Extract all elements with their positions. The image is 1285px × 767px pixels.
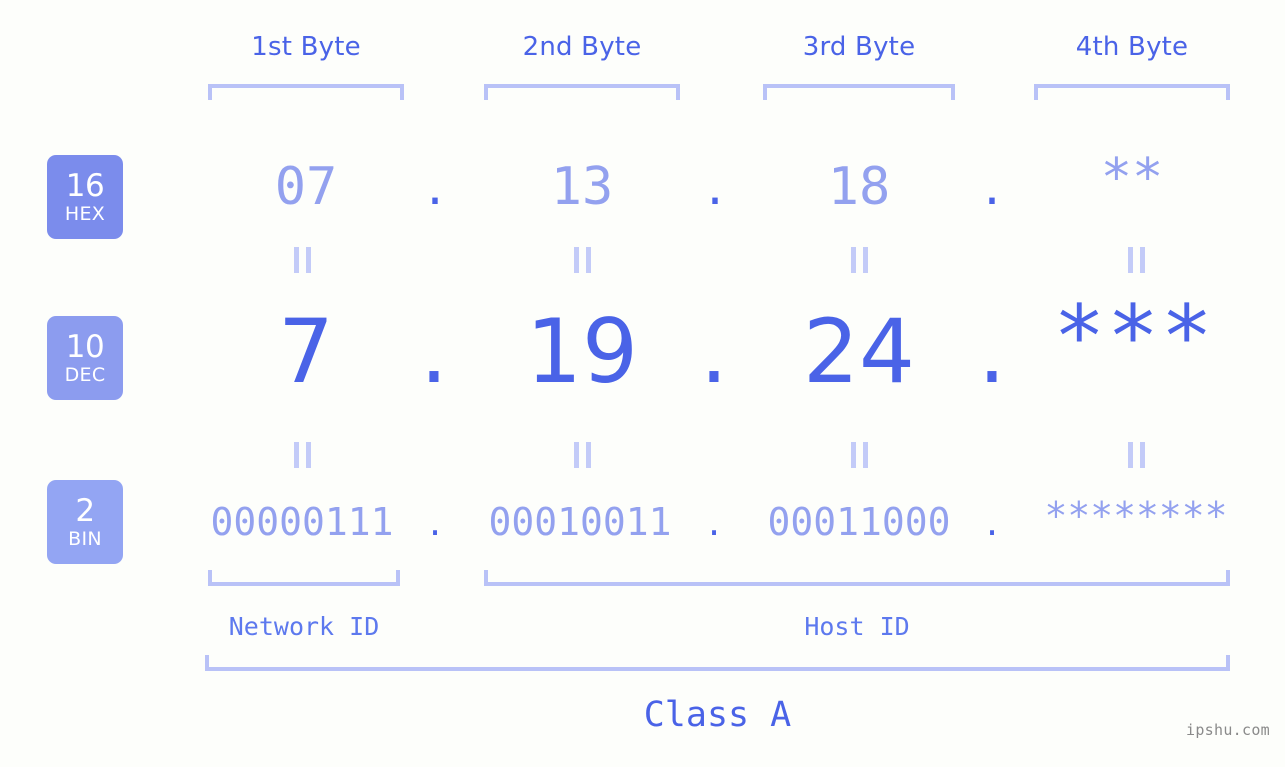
byte-bracket-1 [208, 84, 404, 100]
hex-byte-3: 18 [827, 157, 891, 217]
hex-byte-4: ** [1100, 148, 1164, 208]
bin-separator-3: . [985, 500, 999, 544]
byte-bracket-3 [763, 84, 955, 100]
bin-byte-4: ******** [1044, 494, 1228, 538]
byte-header-4: 4th Byte [1075, 32, 1189, 62]
bin-byte-3: 00011000 [767, 500, 951, 544]
equals-dec-bin-1 [291, 442, 313, 468]
base-badge-dec: 10 DEC [47, 316, 123, 400]
dec-byte-2: 19 [526, 300, 638, 403]
base-badge-bin: 2 BIN [47, 480, 123, 564]
bin-byte-1: 00000111 [210, 500, 394, 544]
class-bracket [205, 655, 1230, 671]
hex-separator-3: . [983, 157, 1001, 217]
equals-hex-dec-3 [848, 247, 870, 273]
equals-hex-dec-1 [291, 247, 313, 273]
equals-dec-bin-3 [848, 442, 870, 468]
dec-separator-1: . [420, 300, 448, 403]
base-badge-hex-name: HEX [64, 202, 106, 225]
base-badge-bin-number: 2 [75, 492, 95, 529]
site-watermark: ipshu.com [1186, 721, 1270, 739]
byte-header-3: 3rd Byte [802, 32, 916, 62]
dec-separator-3: . [978, 300, 1006, 403]
network-id-bracket [208, 570, 400, 586]
hex-separator-1: . [426, 157, 444, 217]
dec-byte-3: 24 [803, 300, 915, 403]
dec-separator-2: . [700, 300, 728, 403]
byte-bracket-2 [484, 84, 680, 100]
hex-byte-1: 07 [274, 157, 338, 217]
byte-header-2: 2nd Byte [522, 32, 642, 62]
equals-hex-dec-4 [1125, 247, 1147, 273]
class-label: Class A [643, 695, 792, 735]
byte-bracket-4 [1034, 84, 1230, 100]
byte-header-1: 1st Byte [251, 32, 361, 62]
equals-hex-dec-2 [571, 247, 593, 273]
dec-byte-4: *** [1053, 287, 1215, 387]
bin-byte-2: 00010011 [488, 500, 672, 544]
host-id-label: Host ID [804, 612, 910, 641]
hex-separator-2: . [706, 157, 724, 217]
bin-separator-2: . [707, 500, 721, 544]
hex-byte-2: 13 [550, 157, 614, 217]
host-id-bracket [484, 570, 1230, 586]
base-badge-dec-name: DEC [64, 363, 106, 386]
base-badge-hex: 16 HEX [47, 155, 123, 239]
base-badge-bin-name: BIN [68, 527, 102, 550]
bin-separator-1: . [428, 500, 442, 544]
base-badge-dec-number: 10 [65, 328, 105, 365]
dec-byte-1: 7 [278, 300, 334, 403]
base-badge-hex-number: 16 [65, 167, 105, 204]
network-id-label: Network ID [228, 612, 380, 641]
ip-breakdown-diagram: 1st Byte 2nd Byte 3rd Byte 4th Byte 16 H… [0, 0, 1285, 767]
equals-dec-bin-4 [1125, 442, 1147, 468]
equals-dec-bin-2 [571, 442, 593, 468]
